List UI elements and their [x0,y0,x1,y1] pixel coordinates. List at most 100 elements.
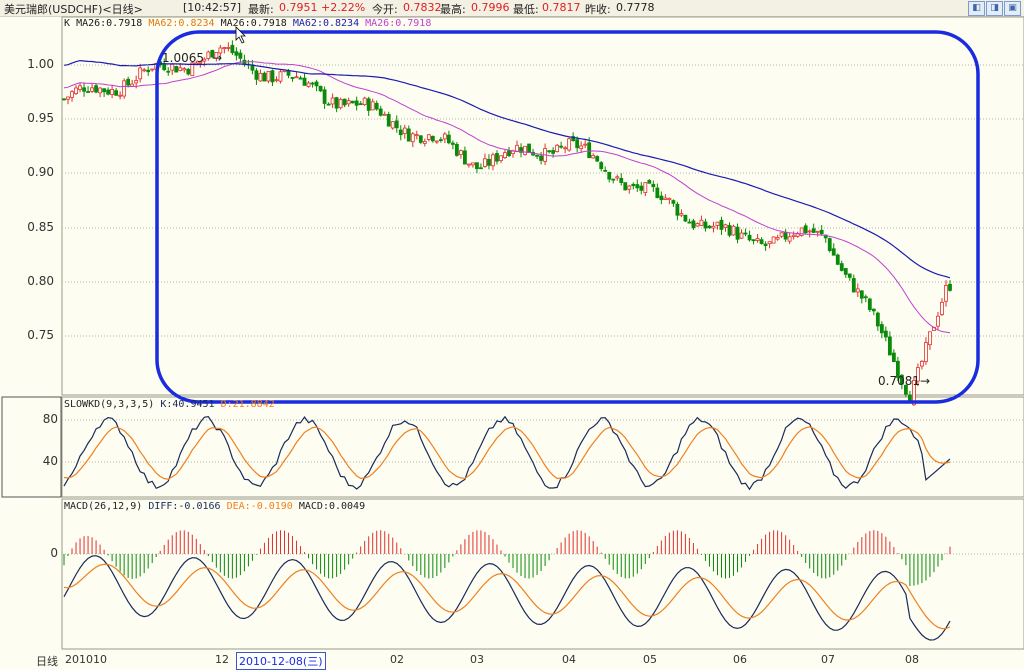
x-tick-08: 08 [905,653,919,666]
cursor-date-label: 2010-12-08(三) [236,652,326,670]
candle-body [835,254,840,265]
candle-body [619,177,624,183]
candle-body [342,98,347,106]
candle-body [719,219,724,230]
candle-body [398,129,403,136]
candle-body [615,176,620,179]
mouse-cursor-icon [235,26,246,44]
candle-body [258,72,263,82]
candle-body [887,336,892,356]
kd-k-value: K:40.9451 [160,399,215,410]
y-tick-1-00: 1.00 [27,57,54,71]
macd-diff-value: DIFF:-0.0166 [148,501,221,512]
candle-body [358,103,363,106]
candle-body [847,273,852,278]
candle-body [110,89,115,95]
candle-body [579,145,584,150]
candle-body [430,135,435,142]
candle-body [591,154,596,159]
x-tick-07: 07 [821,653,835,666]
candle-body [66,96,70,100]
candle-body [450,142,455,145]
candle-body [683,214,688,222]
macd-hist-value: MACD:0.0049 [298,501,366,512]
candle-body [82,87,86,92]
candle-body [936,315,940,327]
candle-body [126,78,131,86]
candle-body [771,236,776,244]
macd-y-tick-0: 0 [50,546,58,560]
candle-body [944,284,948,302]
legend-k: K [64,18,71,29]
kd-y-tick-80: 80 [42,412,58,426]
kd-name: SLOWKD(9,3,3,5) [64,399,155,410]
candle-body [98,87,102,94]
period-label[interactable]: 日线 [36,653,58,669]
candle-body [811,228,816,233]
high-annotation: 1.0065 [162,51,204,65]
candle-body [623,182,628,191]
candle-body [90,87,94,92]
candle-body [114,90,119,96]
x-tick-03: 03 [470,653,484,666]
x-tick-04: 04 [562,653,576,666]
candle-body [731,225,736,236]
candle-body [751,239,756,242]
high-annotation-arrow: → [212,51,222,65]
candle-body [487,158,491,166]
macd-legend: MACD(26,12,9) DIFF:-0.0166 DEA:-0.0190 M… [64,501,365,512]
candle-body [671,200,676,204]
candle-body [166,70,171,73]
candle-body [807,230,812,233]
candle-body [406,128,411,142]
candle-body [635,184,640,189]
candle-body [318,85,323,92]
candle-body [314,81,319,87]
candle-body [458,150,463,155]
candle-body [803,225,808,234]
candle-body [238,52,243,59]
candle-body [402,127,407,134]
candle-body [535,154,539,157]
candle-body [691,220,696,229]
candle-body [655,187,660,199]
candle-body [775,236,780,240]
candle-body [274,79,279,82]
candle-body [948,283,952,291]
candle-body [875,312,880,327]
chart-canvas[interactable]: 1.0065 → 0.7081 → [0,0,1024,669]
candle-body [491,154,495,167]
candle-body [611,178,616,181]
candle-body [639,185,644,191]
macd-diff-line [63,555,951,641]
candle-body [422,141,427,144]
candle-body [146,69,151,73]
candle-body [434,140,439,143]
candle-body [679,213,684,216]
candle-body [74,87,78,94]
candle-body [270,70,275,83]
macd-dea-value: DEA:-0.0190 [226,501,293,512]
candle-body [130,83,135,87]
candle-body [511,150,515,155]
candle-body [414,134,419,137]
candle-body [278,71,283,82]
candle-body [883,330,888,338]
candle-body [499,155,503,161]
candle-body [863,296,868,299]
y-tick-0-90: 0.90 [27,165,54,179]
candle-body [575,139,580,149]
kd-d-line [63,426,951,480]
candle-body [527,143,531,153]
candle-body [471,162,475,166]
candle-body [106,89,110,95]
candle-body [607,171,612,180]
candle-body [138,67,143,80]
candle-body [659,195,664,201]
candle-body [222,47,227,49]
legend-ma62-b: MA62:0.8234 [292,18,360,29]
candle-body [891,352,896,363]
candle-body [827,238,832,251]
candle-body [182,68,187,71]
candle-body [262,72,267,82]
